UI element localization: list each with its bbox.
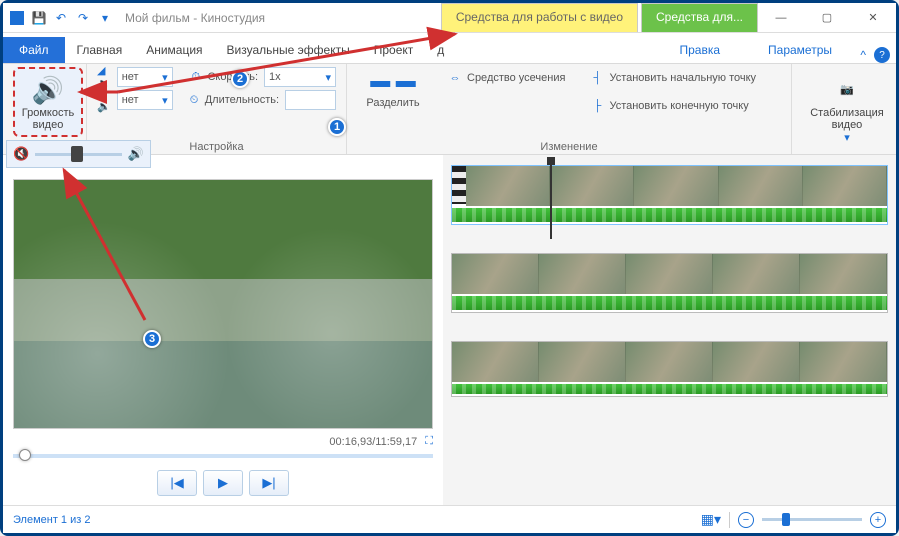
menu-bar: Файл Главная Анимация Визуальные эффекты… xyxy=(3,33,896,63)
tab-d[interactable]: д xyxy=(425,37,456,63)
volume-slider-thumb[interactable] xyxy=(71,146,83,162)
video-volume-button[interactable]: 🔊 Громкость видео xyxy=(13,67,83,137)
collapse-ribbon-icon[interactable]: ^ xyxy=(860,48,866,62)
seek-thumb[interactable] xyxy=(19,449,31,461)
start-point-icon: ┤ xyxy=(589,70,605,86)
timeline-pane xyxy=(443,155,896,505)
redo-icon[interactable]: ↷ xyxy=(75,10,91,26)
playhead[interactable] xyxy=(550,162,552,239)
trim-icon: ⇔ xyxy=(447,70,463,86)
duration-input[interactable] xyxy=(285,90,336,110)
split-button[interactable]: ▬ ▬ Разделить xyxy=(357,67,429,112)
speed-select[interactable]: 1x▾ xyxy=(264,67,336,87)
subtab-edit[interactable]: Правка xyxy=(655,37,744,63)
close-button[interactable]: ✕ xyxy=(850,3,896,33)
duration-label: Длительность: xyxy=(205,94,279,106)
annotation-3: 3 xyxy=(143,330,161,348)
thumbnail-view-icon[interactable]: ▦▾ xyxy=(701,511,721,528)
timeline-track[interactable] xyxy=(451,341,888,397)
maximize-button[interactable]: ▢ xyxy=(804,3,850,33)
speed-icon: ⏱ xyxy=(190,69,201,85)
help-icon[interactable]: ? xyxy=(874,47,890,63)
timeline-track[interactable] xyxy=(451,165,888,225)
next-frame-button[interactable]: ▶| xyxy=(249,470,289,496)
zoom-in-button[interactable]: + xyxy=(870,512,886,528)
stabilize-video-button[interactable]: 📷 Стабилизация видео ▾ xyxy=(802,67,892,148)
qat-dropdown-icon[interactable]: ▾ xyxy=(97,10,113,26)
fade-out-select[interactable]: нет▾ xyxy=(117,90,173,110)
prev-frame-button[interactable]: |◀ xyxy=(157,470,197,496)
volume-slider[interactable] xyxy=(35,153,122,156)
app-icon xyxy=(9,10,25,26)
save-icon[interactable]: 💾 xyxy=(31,10,47,26)
zoom-slider[interactable] xyxy=(762,518,862,521)
fade-in-select[interactable]: нет▾ xyxy=(117,67,173,87)
context-tab-more[interactable]: Средства для... xyxy=(641,3,758,32)
context-tabs: Средства для работы с видео Средства для… xyxy=(441,3,758,32)
audio-waveform xyxy=(452,384,887,394)
subtab-params[interactable]: Параметры xyxy=(744,37,856,63)
fullscreen-icon[interactable]: ⛶ xyxy=(425,435,433,448)
set-end-point-button[interactable]: ├ Установить конечную точку xyxy=(583,95,762,117)
speaker-icon: 🔊 xyxy=(31,73,65,107)
window-buttons: — ▢ ✕ xyxy=(758,3,896,33)
preview-pane: 3 00:16,93/11:59,17 ⛶ |◀ ▶ ▶| xyxy=(3,155,443,505)
timeline-track[interactable] xyxy=(451,253,888,313)
mute-icon[interactable]: 🔇 xyxy=(13,146,29,162)
context-tab-video[interactable]: Средства для работы с видео xyxy=(441,3,638,32)
video-volume-label: Громкость видео xyxy=(22,107,74,131)
audio-waveform xyxy=(452,296,887,310)
loud-icon[interactable]: 🔊 xyxy=(128,146,144,162)
preview-seek-slider[interactable] xyxy=(13,454,433,458)
zoom-slider-thumb[interactable] xyxy=(782,513,790,526)
undo-icon[interactable]: ↶ xyxy=(53,10,69,26)
split-icon: ▬ ▬ xyxy=(370,70,416,93)
audio-waveform xyxy=(452,208,887,222)
status-bar: Элемент 1 из 2 ▦▾ − + xyxy=(3,505,896,533)
tab-file[interactable]: Файл xyxy=(3,37,65,63)
tab-visual-effects[interactable]: Визуальные эффекты xyxy=(215,37,362,63)
title-bar: 💾 ↶ ↷ ▾ Мой фильм - Киностудия Средства … xyxy=(3,3,896,33)
volume-slider-popup: 🔇 🔊 xyxy=(6,140,151,168)
minimize-button[interactable]: — xyxy=(758,3,804,33)
camera-icon: 📷 xyxy=(829,71,865,107)
ribbon-group-edit-label: Изменение xyxy=(357,139,781,153)
tab-animation[interactable]: Анимация xyxy=(134,37,214,63)
preview-video[interactable] xyxy=(13,179,433,429)
zoom-out-button[interactable]: − xyxy=(738,512,754,528)
annotation-2: 2 xyxy=(231,70,249,88)
preview-time: 00:16,93/11:59,17 ⛶ xyxy=(13,435,433,448)
fade-out-icon: ◢🔈 xyxy=(97,92,111,108)
play-button[interactable]: ▶ xyxy=(203,470,243,496)
tab-project[interactable]: Проект xyxy=(362,37,426,63)
set-start-point-button[interactable]: ┤ Установить начальную точку xyxy=(583,67,762,89)
status-text: Элемент 1 из 2 xyxy=(13,514,90,526)
quick-access-toolbar: 💾 ↶ ↷ ▾ xyxy=(3,10,119,26)
end-point-icon: ├ xyxy=(589,98,605,114)
duration-icon: ⏲ xyxy=(189,92,198,108)
annotation-1: 1 xyxy=(328,118,346,136)
window-title: Мой фильм - Киностудия xyxy=(119,11,441,25)
tab-home[interactable]: Главная xyxy=(65,37,135,63)
trim-tool-button[interactable]: ⇔ Средство усечения xyxy=(441,67,571,89)
fade-in-icon: ◢🔈 xyxy=(97,69,111,85)
film-sprocket-icon xyxy=(452,166,466,204)
